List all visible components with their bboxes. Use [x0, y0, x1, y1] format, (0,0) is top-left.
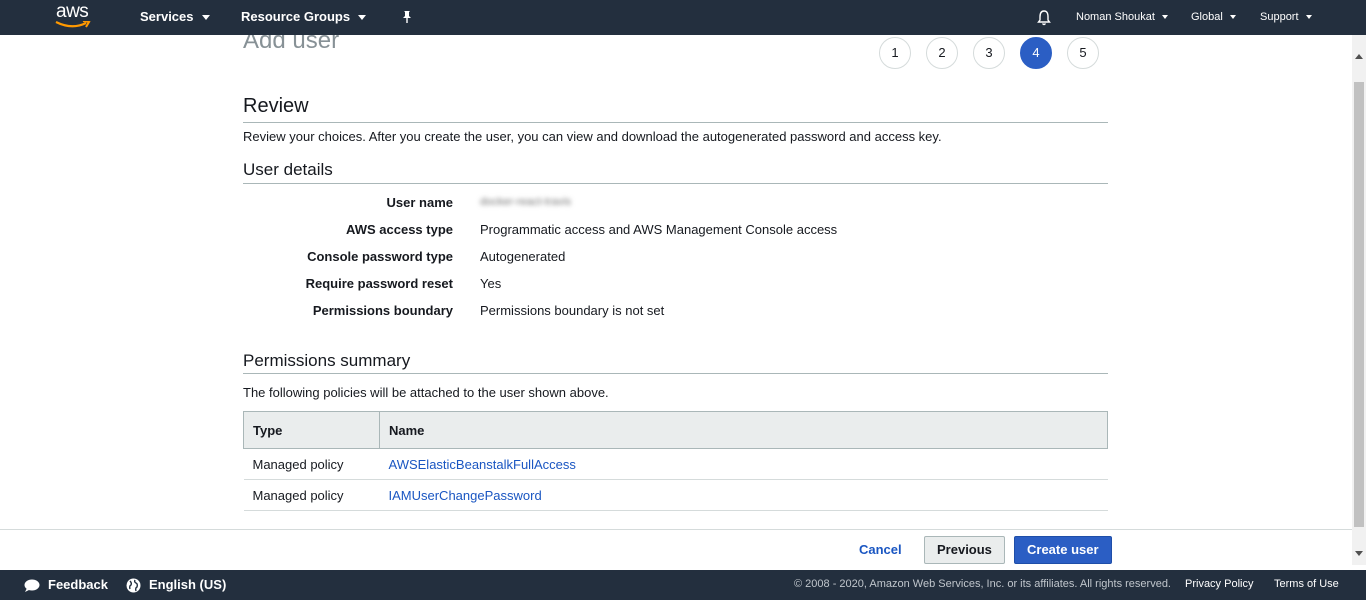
account-label: Noman Shoukat	[1076, 11, 1155, 23]
vertical-scrollbar[interactable]	[1352, 35, 1366, 565]
previous-button[interactable]: Previous	[924, 536, 1005, 564]
services-menu[interactable]: Services	[140, 0, 210, 35]
wizard-step-2[interactable]: 2	[926, 37, 958, 69]
resource-groups-menu[interactable]: Resource Groups	[241, 0, 367, 35]
table-row: Managed policy AWSElasticBeanstalkFullAc…	[243, 448, 1108, 480]
permissions-description: The following policies will be attached …	[243, 385, 609, 400]
privacy-policy-link[interactable]: Privacy Policy	[1185, 570, 1253, 600]
password-type-label: Console password type	[307, 249, 453, 264]
feedback-link[interactable]: Feedback	[24, 570, 108, 600]
region-label: Global	[1191, 11, 1223, 23]
chevron-down-icon	[1161, 15, 1168, 20]
region-menu[interactable]: Global	[1191, 0, 1236, 35]
create-user-button[interactable]: Create user	[1014, 536, 1112, 564]
chevron-down-icon	[1229, 15, 1236, 20]
chevron-down-icon	[201, 15, 210, 21]
user-details-divider	[243, 183, 1108, 184]
cancel-button[interactable]: Cancel	[851, 536, 910, 564]
table-row: Managed policy IAMUserChangePassword	[243, 479, 1108, 511]
support-label: Support	[1260, 11, 1299, 23]
permissions-table: Type Name Managed policy AWSElasticBeans…	[243, 411, 1108, 511]
resource-groups-label: Resource Groups	[241, 9, 351, 24]
wizard-action-bar: Cancel Previous Create user	[0, 529, 1352, 570]
wizard-step-5[interactable]: 5	[1067, 37, 1099, 69]
review-divider	[243, 122, 1108, 123]
support-menu[interactable]: Support	[1260, 0, 1312, 35]
policy-type-cell: Managed policy	[243, 479, 380, 511]
pin-icon[interactable]	[400, 10, 414, 24]
globe-icon	[126, 578, 141, 593]
aws-logo-text: aws	[56, 1, 89, 22]
policy-name-link[interactable]: IAMUserChangePassword	[379, 479, 1108, 511]
wizard-step-4[interactable]: 4	[1020, 37, 1052, 69]
bell-icon[interactable]	[1036, 9, 1052, 26]
wizard-step-3[interactable]: 3	[973, 37, 1005, 69]
permissions-summary-heading: Permissions summary	[243, 351, 411, 370]
column-header-name[interactable]: Name	[379, 411, 1108, 449]
top-nav: aws Services Resource Groups Noman Shouk…	[0, 0, 1366, 35]
scroll-up-icon[interactable]	[1355, 54, 1363, 59]
language-selector[interactable]: English (US)	[126, 570, 226, 600]
language-label: English (US)	[149, 577, 227, 592]
speech-bubble-icon	[24, 579, 40, 592]
password-type-value: Autogenerated	[480, 249, 566, 264]
aws-smile-icon	[55, 21, 91, 28]
account-menu[interactable]: Noman Shoukat	[1076, 0, 1168, 35]
password-reset-label: Require password reset	[305, 276, 453, 291]
user-details-heading: User details	[243, 160, 333, 179]
column-header-type[interactable]: Type	[243, 411, 380, 449]
permissions-boundary-label: Permissions boundary	[312, 303, 453, 318]
aws-logo[interactable]: aws	[54, 1, 92, 31]
scroll-down-icon[interactable]	[1355, 551, 1363, 556]
password-reset-value: Yes	[480, 276, 502, 291]
access-type-value: Programmatic access and AWS Management C…	[480, 222, 838, 237]
main-content: Add user 1 2 3 4 5 Review Review your ch…	[0, 35, 1352, 530]
access-type-label: AWS access type	[346, 222, 453, 237]
feedback-label: Feedback	[48, 577, 108, 592]
permissions-boundary-value: Permissions boundary is not set	[480, 303, 665, 318]
table-header-row: Type Name	[243, 411, 1108, 449]
permissions-divider	[243, 373, 1108, 374]
page-title: Add user	[243, 35, 340, 54]
footer: Feedback English (US) © 2008 - 2020, Ama…	[0, 570, 1366, 600]
user-name-value: docker-react-travis	[480, 196, 572, 208]
review-description: Review your choices. After you create th…	[243, 129, 942, 144]
terms-of-use-link[interactable]: Terms of Use	[1274, 570, 1339, 600]
chevron-down-icon	[1305, 15, 1312, 20]
policy-type-cell: Managed policy	[243, 448, 380, 480]
scrollbar-thumb[interactable]	[1354, 82, 1364, 527]
policy-name-link[interactable]: AWSElasticBeanstalkFullAccess	[379, 448, 1108, 480]
user-name-label: User name	[386, 195, 453, 210]
chevron-down-icon	[358, 15, 367, 21]
wizard-step-1[interactable]: 1	[879, 37, 911, 69]
review-heading: Review	[243, 95, 309, 117]
services-label: Services	[140, 9, 194, 24]
copyright-text: © 2008 - 2020, Amazon Web Services, Inc.…	[794, 578, 1171, 590]
